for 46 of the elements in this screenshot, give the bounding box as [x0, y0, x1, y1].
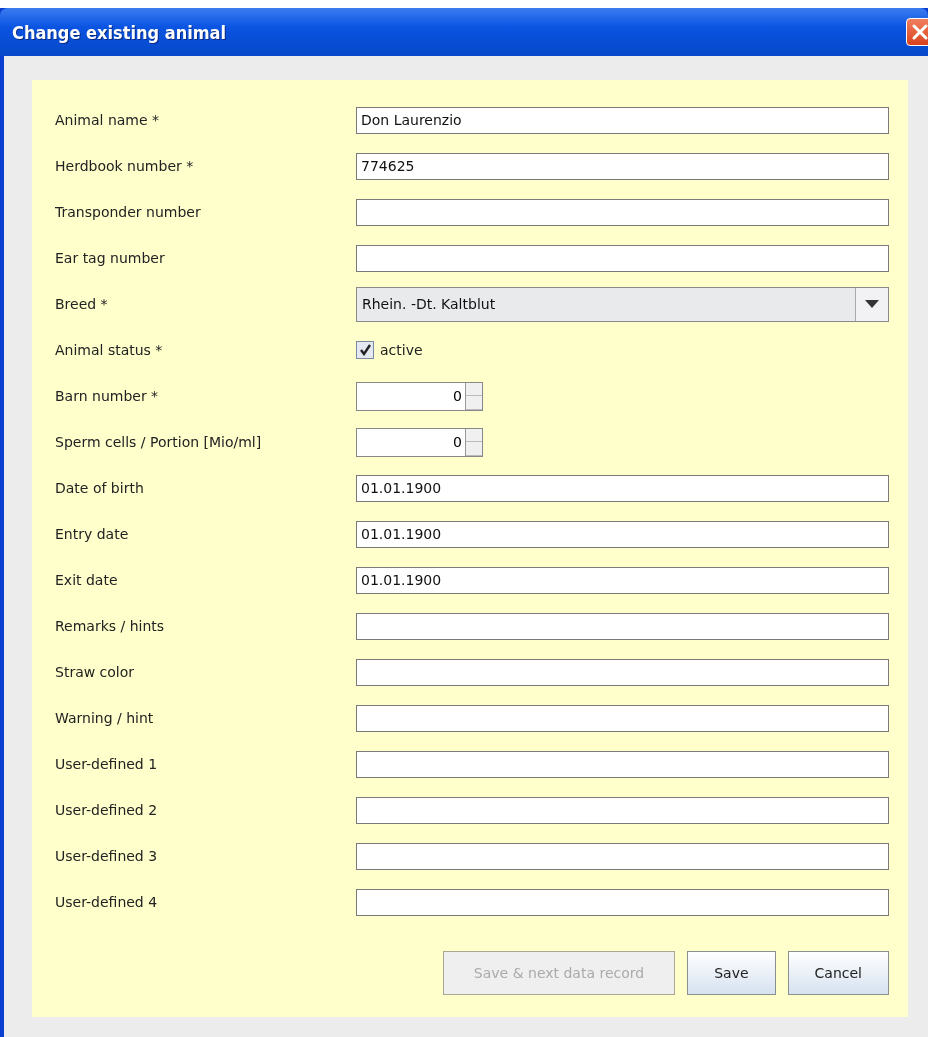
field-label: Exit date [55, 572, 119, 588]
input-field[interactable] [356, 842, 889, 870]
field-label: Transponder number [55, 204, 202, 220]
field-label: Date of birth [55, 480, 145, 496]
spin-up-button[interactable] [466, 382, 482, 396]
dialog-button[interactable]: Save [687, 951, 776, 995]
field-label: Breed * [55, 296, 109, 312]
input-field[interactable]: 01.01.1900 [356, 520, 889, 548]
dialog-button[interactable]: Cancel [787, 951, 889, 995]
caret-icon [865, 300, 879, 308]
close-button[interactable] [906, 18, 928, 46]
checkbox-label: active [380, 342, 423, 358]
field-label: User-defined 4 [55, 894, 159, 910]
close-icon [911, 23, 928, 41]
field-label: Herdbook number * [55, 158, 195, 174]
number-spinner[interactable]: 0 [356, 427, 483, 457]
input-field[interactable] [356, 888, 889, 916]
field-label: User-defined 3 [55, 848, 159, 864]
field-label: Straw color [55, 664, 136, 680]
field-label: Barn number * [55, 388, 160, 404]
number-spinner[interactable]: 0 [356, 381, 483, 411]
input-field[interactable] [356, 658, 889, 686]
spin-up-button[interactable] [466, 428, 482, 442]
input-field[interactable] [356, 704, 889, 732]
check-icon [359, 344, 371, 356]
field-label: Sperm cells / Portion [Mio/ml] [55, 434, 263, 450]
input-field[interactable] [356, 198, 889, 226]
breed-dropdown[interactable]: Rhein. -Dt. Kaltblut [356, 286, 889, 322]
field-label: Animal name * [55, 112, 161, 128]
field-label: User-defined 2 [55, 802, 159, 818]
input-field[interactable] [356, 244, 889, 272]
field-label: User-defined 1 [55, 756, 159, 772]
field-label: Animal status * [55, 342, 164, 358]
window-title: Change existing animal [12, 21, 227, 43]
input-field[interactable] [356, 796, 889, 824]
input-field[interactable]: 01.01.1900 [356, 566, 889, 594]
input-field[interactable]: 774625 [356, 152, 889, 180]
field-label: Warning / hint [55, 710, 155, 726]
checkbox[interactable] [356, 341, 374, 359]
input-field[interactable] [356, 750, 889, 778]
field-label: Ear tag number [55, 250, 166, 266]
input-field[interactable]: Don Laurenzio [356, 106, 889, 134]
input-field[interactable]: 01.01.1900 [356, 474, 889, 502]
field-label: Remarks / hints [55, 618, 166, 634]
input-field[interactable] [356, 612, 889, 640]
field-label: Entry date [55, 526, 130, 542]
